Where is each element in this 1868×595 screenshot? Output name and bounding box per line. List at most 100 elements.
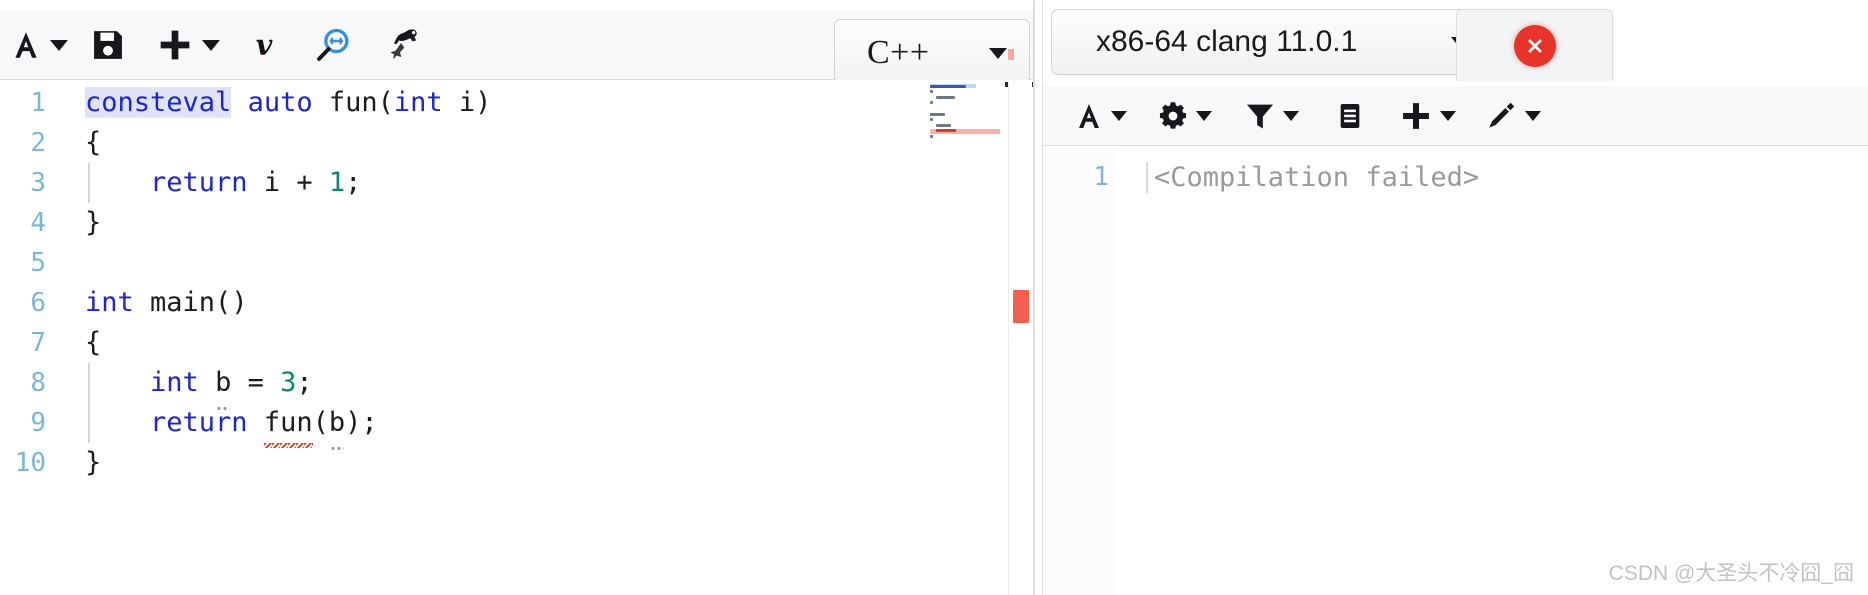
line-number: 4 [30, 208, 46, 238]
code-lines[interactable]: 1 consteval auto fun(int i) 2{3 return i +… [0, 83, 1033, 483]
code-line[interactable]: 10} [0, 443, 1033, 483]
minimap-line [936, 129, 957, 133]
editor-minimap[interactable] [928, 82, 1004, 144]
code-token: 3 [280, 367, 297, 398]
line-number: 2 [30, 128, 46, 158]
plus-icon [1398, 98, 1434, 134]
code-token: i) [442, 87, 492, 118]
compiler-options-button[interactable] [1141, 94, 1227, 138]
plus-icon [155, 25, 195, 65]
code-token: auto [247, 87, 313, 118]
line-number: 1 [30, 88, 46, 118]
floppy-save-icon [89, 26, 127, 64]
code-line-text: int main() [85, 283, 248, 323]
wand-icon [1483, 98, 1519, 134]
output-toolbar [1043, 86, 1868, 146]
vim-mode-button[interactable]: v [230, 22, 298, 68]
code-token: } [85, 447, 102, 478]
editor-toolbar: v C++ [0, 11, 1033, 87]
chevron-down-icon [1196, 110, 1212, 121]
minimap-line [936, 95, 955, 99]
output-line-number: 1 [1093, 162, 1109, 192]
minimap-line [930, 84, 967, 88]
csdn-watermark: CSDN @大圣头不冷囧_囧 [1608, 562, 1854, 585]
code-token: } [85, 207, 102, 238]
line-number: 7 [30, 328, 46, 358]
compiler-select-label: x86-64 clang 11.0.1 [1096, 25, 1358, 58]
font-A-icon [9, 28, 43, 62]
save-button[interactable] [72, 22, 144, 68]
code-line-text: } [85, 203, 101, 243]
code-token: i + [247, 167, 329, 198]
output-libraries-button[interactable] [1315, 94, 1385, 138]
code-token: b [215, 363, 231, 410]
language-select-label: C++ [867, 34, 930, 71]
font-A-icon [1073, 100, 1105, 132]
line-number: 9 [30, 408, 46, 438]
code-line-text: int b = 3; [85, 363, 313, 410]
source-editor-pane: v C++ 1 consteval auto fun(int i) 2 {3 … [0, 0, 1034, 595]
code-editor-body[interactable]: 1 consteval auto fun(int i) 2{3 return i +… [0, 80, 1033, 595]
code-token: 1 [328, 167, 346, 198]
code-token: int [393, 87, 443, 118]
output-font-button[interactable] [1059, 94, 1141, 138]
code-line[interactable]: 9 return fun(b); [0, 403, 1033, 450]
editor-vertical-scrollbar[interactable] [1008, 82, 1032, 595]
code-token: int [85, 287, 134, 318]
language-select[interactable]: C++ [834, 19, 1030, 87]
vim-icon: v [246, 27, 282, 63]
output-tools-button[interactable] [1469, 94, 1555, 138]
code-line[interactable]: 3 return i + 1; [0, 163, 1033, 203]
code-line[interactable]: 8 int b = 3; [0, 363, 1033, 410]
line-number: 5 [30, 248, 46, 278]
line-number: 10 [14, 448, 46, 478]
minimap-line [930, 135, 933, 138]
chevron-down-icon [201, 39, 220, 51]
chevron-down-icon [49, 39, 68, 51]
find-button[interactable] [298, 22, 368, 68]
code-token: int [150, 367, 199, 398]
code-token: consteval [85, 87, 232, 118]
code-token: b [329, 403, 345, 450]
code-line-text: return fun(b); [85, 403, 378, 450]
minimap-line [936, 123, 951, 127]
book-icon [1334, 100, 1366, 132]
output-filters-button[interactable] [1227, 94, 1315, 138]
add-tool-button[interactable] [1385, 94, 1469, 138]
minimap-line [930, 118, 933, 122]
line-number: 6 [30, 288, 46, 318]
chevron-down-icon [1283, 110, 1299, 121]
magnifier-plus-icon [313, 25, 353, 65]
code-line[interactable]: 4} [0, 203, 1033, 243]
code-line[interactable]: 7{ [0, 323, 1033, 363]
code-token: { [85, 327, 102, 358]
add-pane-button[interactable] [144, 22, 230, 68]
minimap-line [930, 112, 945, 116]
code-token: ; [296, 367, 313, 398]
format-button[interactable] [368, 22, 442, 68]
scrollbar-error-marker[interactable] [1013, 290, 1029, 323]
compile-status-tab[interactable] [1456, 9, 1613, 81]
code-line[interactable]: 6 int main() [0, 283, 1033, 323]
font-size-button[interactable] [0, 22, 72, 68]
compile-status-badge[interactable] [1513, 24, 1556, 67]
clang-format-icon [385, 25, 425, 65]
chevron-down-icon [989, 47, 1007, 59]
pane-splitter[interactable] [1034, 0, 1043, 595]
code-line[interactable]: 5 [0, 243, 1033, 283]
code-line[interactable]: 2{ [0, 123, 1033, 163]
compiler-select[interactable]: x86-64 clang 11.0.1 [1051, 9, 1494, 75]
code-token: return [150, 407, 248, 438]
svg-text:v: v [256, 28, 273, 62]
code-token: return [150, 167, 248, 198]
code-token: { [85, 127, 102, 158]
code-line[interactable]: 1 consteval auto fun(int i) [0, 83, 1033, 123]
output-gutter [1043, 147, 1117, 595]
compiler-output-body[interactable]: 1 <Compilation failed> [1043, 147, 1868, 595]
compiler-explorer-app: v C++ 1 consteval auto fun(int i) 2 {3 … [0, 0, 1868, 595]
gear-icon [1156, 99, 1190, 133]
